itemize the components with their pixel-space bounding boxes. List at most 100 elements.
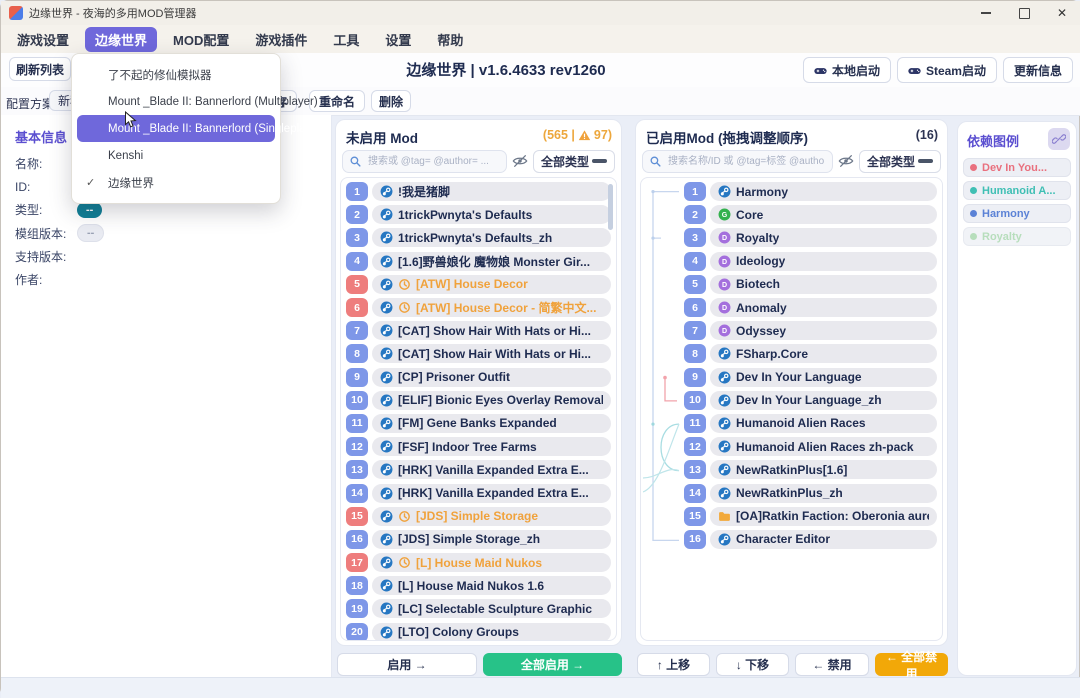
close-button[interactable]: ✕: [1043, 1, 1080, 25]
mod-pill[interactable]: [JDS] Simple Storage: [372, 507, 611, 526]
enabled-mod-row[interactable]: 4DIdeology: [643, 250, 940, 273]
enabled-mod-row[interactable]: 16Character Editor: [643, 528, 940, 551]
mod-pill[interactable]: [LC] Selectable Sculpture Graphic: [372, 599, 611, 618]
mod-pill[interactable]: FSharp.Core: [710, 344, 937, 363]
mod-pill[interactable]: Dev In Your Language: [710, 368, 937, 387]
mod-pill[interactable]: 1trickPwnyta's Defaults: [372, 205, 611, 224]
unused-mod-row[interactable]: 21trickPwnyta's Defaults: [343, 203, 614, 226]
steam-launch-button[interactable]: Steam启动: [897, 57, 997, 83]
unused-hide-toggle[interactable]: [507, 153, 533, 169]
refresh-list-button[interactable]: 刷新列表: [9, 57, 71, 81]
mod-pill[interactable]: [CAT] Show Hair With Hats or Hi...: [372, 321, 611, 340]
mod-pill[interactable]: Humanoid Alien Races zh-pack: [710, 437, 937, 456]
mod-pill[interactable]: [OA]Ratkin Faction: Oberonia aurea: [710, 507, 937, 526]
menu-item-1[interactable]: 边缘世界: [85, 27, 157, 52]
unused-mod-row[interactable]: 9[CP] Prisoner Outfit: [343, 366, 614, 389]
update-info-button[interactable]: 更新信息: [1003, 57, 1073, 83]
legend-item[interactable]: Harmony: [963, 204, 1071, 223]
enabled-mod-row[interactable]: 10Dev In Your Language_zh: [643, 389, 940, 412]
mod-pill[interactable]: [1.6]野兽娘化 魔物娘 Monster Gir...: [372, 252, 611, 271]
game-menu-item-1[interactable]: Mount _Blade II: Bannerlord (Multiplayer…: [72, 88, 280, 115]
enabled-mod-row[interactable]: 14NewRatkinPlus_zh: [643, 481, 940, 504]
mod-pill[interactable]: [FSF] Indoor Tree Farms: [372, 437, 611, 456]
mod-pill[interactable]: [ELIF] Bionic Eyes Overlay Removal: [372, 391, 611, 410]
unused-mod-row[interactable]: 13[HRK] Vanilla Expanded Extra E...: [343, 458, 614, 481]
enabled-mod-row[interactable]: 7DOdyssey: [643, 319, 940, 342]
mod-pill[interactable]: DBiotech: [710, 275, 937, 294]
unused-type-filter[interactable]: 全部类型: [533, 150, 615, 173]
menu-item-6[interactable]: 帮助: [427, 27, 473, 52]
enabled-mod-row[interactable]: 6DAnomaly: [643, 296, 940, 319]
unused-mod-row[interactable]: 31trickPwnyta's Defaults_zh: [343, 226, 614, 249]
mod-pill[interactable]: [ATW] House Decor - 简繁中文...: [372, 298, 611, 317]
minimize-button[interactable]: [967, 1, 1005, 25]
game-menu-item-3[interactable]: Kenshi: [72, 142, 280, 169]
mod-pill[interactable]: Character Editor: [710, 530, 937, 549]
mod-pill[interactable]: [ATW] House Decor: [372, 275, 611, 294]
enabled-search-input[interactable]: [666, 155, 826, 168]
enabled-mod-row[interactable]: 1Harmony: [643, 180, 940, 203]
unused-mod-row[interactable]: 14[HRK] Vanilla Expanded Extra E...: [343, 481, 614, 504]
enable-button[interactable]: 启用 →: [337, 653, 477, 676]
mod-pill[interactable]: Humanoid Alien Races: [710, 414, 937, 433]
legend-link-button[interactable]: [1048, 128, 1070, 150]
mod-pill[interactable]: Harmony: [710, 182, 937, 201]
unused-mod-row[interactable]: 5[ATW] House Decor: [343, 273, 614, 296]
mod-pill[interactable]: DIdeology: [710, 252, 937, 271]
mod-pill[interactable]: DAnomaly: [710, 298, 937, 317]
enabled-mod-row[interactable]: 8FSharp.Core: [643, 342, 940, 365]
menu-item-5[interactable]: 设置: [375, 27, 421, 52]
mod-pill[interactable]: !我是猪脚: [372, 182, 611, 201]
mod-pill[interactable]: [L] House Maid Nukos 1.6: [372, 576, 611, 595]
mod-pill[interactable]: [CAT] Show Hair With Hats or Hi...: [372, 344, 611, 363]
mod-pill[interactable]: GCore: [710, 205, 937, 224]
move-down-button[interactable]: ↓ 下移: [716, 653, 789, 676]
mod-pill[interactable]: DRoyalty: [710, 228, 937, 247]
unused-mod-row[interactable]: 20[LTO] Colony Groups: [343, 621, 614, 641]
unused-mod-row[interactable]: 1!我是猪脚: [343, 180, 614, 203]
unused-mod-row[interactable]: 15[JDS] Simple Storage: [343, 505, 614, 528]
mod-pill[interactable]: Dev In Your Language_zh: [710, 391, 937, 410]
unused-mod-row[interactable]: 8[CAT] Show Hair With Hats or Hi...: [343, 342, 614, 365]
unused-mod-row[interactable]: 6[ATW] House Decor - 简繁中文...: [343, 296, 614, 319]
menu-item-3[interactable]: 游戏插件: [245, 27, 317, 52]
disable-button[interactable]: ← 禁用: [795, 653, 869, 676]
enabled-mod-row[interactable]: 11Humanoid Alien Races: [643, 412, 940, 435]
maximize-button[interactable]: [1005, 1, 1043, 25]
mod-pill[interactable]: 1trickPwnyta's Defaults_zh: [372, 228, 611, 247]
game-menu-item-4[interactable]: ✓边缘世界: [72, 169, 280, 196]
mod-pill[interactable]: [JDS] Simple Storage_zh: [372, 530, 611, 549]
unused-mod-row[interactable]: 4[1.6]野兽娘化 魔物娘 Monster Gir...: [343, 250, 614, 273]
disable-all-button[interactable]: ← 全部禁用: [875, 653, 948, 676]
unused-mod-row[interactable]: 17[L] House Maid Nukos: [343, 551, 614, 574]
enabled-hide-toggle[interactable]: [833, 153, 859, 169]
mod-pill[interactable]: [CP] Prisoner Outfit: [372, 368, 611, 387]
unused-mod-row[interactable]: 12[FSF] Indoor Tree Farms: [343, 435, 614, 458]
mod-pill[interactable]: [HRK] Vanilla Expanded Extra E...: [372, 460, 611, 479]
enable-all-button[interactable]: 全部启用 →: [483, 653, 622, 676]
unused-mod-row[interactable]: 10[ELIF] Bionic Eyes Overlay Removal: [343, 389, 614, 412]
unused-mod-row[interactable]: 7[CAT] Show Hair With Hats or Hi...: [343, 319, 614, 342]
menu-item-0[interactable]: 游戏设置: [7, 27, 79, 52]
enabled-mod-row[interactable]: 13NewRatkinPlus[1.6]: [643, 458, 940, 481]
legend-item[interactable]: Dev In You...: [963, 158, 1071, 177]
unused-mod-row[interactable]: 18[L] House Maid Nukos 1.6: [343, 574, 614, 597]
mod-pill[interactable]: NewRatkinPlus_zh: [710, 484, 937, 503]
mod-pill[interactable]: [LTO] Colony Groups: [372, 623, 611, 641]
mod-pill[interactable]: [L] House Maid Nukos: [372, 553, 611, 572]
legend-item[interactable]: Humanoid A...: [963, 181, 1071, 200]
enabled-mod-row[interactable]: 5DBiotech: [643, 273, 940, 296]
menu-item-2[interactable]: MOD配置: [163, 27, 239, 52]
mod-pill[interactable]: NewRatkinPlus[1.6]: [710, 460, 937, 479]
unused-mod-row[interactable]: 16[JDS] Simple Storage_zh: [343, 528, 614, 551]
enabled-mod-row[interactable]: 3DRoyalty: [643, 226, 940, 249]
enabled-mod-row[interactable]: 12Humanoid Alien Races zh-pack: [643, 435, 940, 458]
local-launch-button[interactable]: 本地启动: [803, 57, 891, 83]
game-menu-item-0[interactable]: 了不起的修仙模拟器: [72, 61, 280, 88]
unused-list-scrollbar[interactable]: [608, 184, 613, 230]
enabled-mod-row[interactable]: 2GCore: [643, 203, 940, 226]
mod-pill[interactable]: [HRK] Vanilla Expanded Extra E...: [372, 484, 611, 503]
enabled-type-filter[interactable]: 全部类型: [859, 150, 941, 173]
game-menu-item-2[interactable]: Mount _Blade II: Bannerlord (Singleplaye…: [77, 115, 275, 142]
unused-mod-row[interactable]: 19[LC] Selectable Sculpture Graphic: [343, 597, 614, 620]
